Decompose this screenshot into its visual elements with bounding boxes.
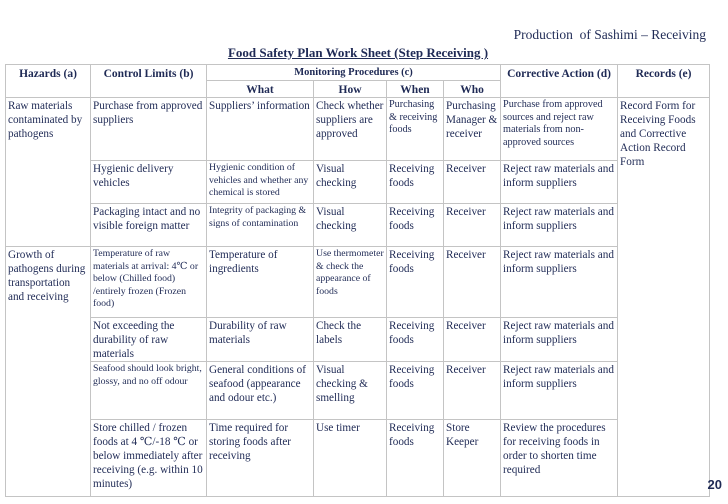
page-number: 20: [707, 477, 722, 492]
control-limit-cell: Seafood should look bright, glossy, and …: [90, 361, 207, 420]
table-row: Store chilled / frozen foods at 4 ℃/-18 …: [6, 419, 710, 497]
worksheet-title: Food Safety Plan Work Sheet (Step Receiv…: [227, 45, 489, 60]
control-limit-cell: Store chilled / frozen foods at 4 ℃/-18 …: [90, 419, 207, 497]
hazard-cell: Raw materials contaminated by pathogens: [5, 97, 91, 247]
header-control-limits: Control Limits (b): [90, 64, 207, 98]
who-cell: Purchasing Manager & receiver: [442, 97, 502, 161]
what-cell: General conditions of seafood (appearanc…: [206, 361, 314, 420]
table-row: Seafood should look bright, glossy, and …: [6, 361, 710, 420]
corrective-action-cell: Purchase from approved sources and rejec…: [500, 97, 619, 161]
table-row: Packaging intact and no visible foreign …: [6, 203, 710, 247]
what-cell: Integrity of packaging & signs of contam…: [206, 203, 314, 247]
what-cell: Time required for storing foods after re…: [206, 419, 314, 497]
when-cell: Receiving foods: [386, 246, 444, 318]
who-cell: Receiver: [442, 160, 502, 204]
who-cell: Receiver: [442, 203, 502, 247]
corrective-action-cell: Reject raw materials and inform supplier…: [500, 317, 619, 362]
slide-title: Production of Sashimi – Receiving: [513, 27, 706, 42]
control-limit-cell: Packaging intact and no visible foreign …: [90, 203, 207, 247]
control-limit-cell: Not exceeding the durability of raw mate…: [90, 317, 207, 362]
who-cell: Receiver: [442, 317, 502, 362]
control-limit-cell: Hygienic delivery vehicles: [90, 160, 207, 204]
header-when: When: [386, 80, 444, 98]
control-limit-cell: Temperature of raw materials at arrival:…: [90, 246, 207, 318]
what-cell: Hygienic condition of vehicles and wheth…: [206, 160, 314, 204]
corrective-action-cell: Reject raw materials and inform supplier…: [500, 361, 619, 420]
what-cell: Suppliers’ information: [206, 97, 314, 161]
header-monitoring-procedures: Monitoring Procedures (c): [205, 64, 502, 81]
when-cell: Purchasing & receiving foods: [386, 97, 444, 161]
table-row: Hygienic delivery vehicles Hygienic cond…: [6, 160, 710, 204]
what-cell: Temperature of ingredients: [206, 246, 314, 318]
when-cell: Receiving foods: [386, 317, 444, 362]
corrective-action-cell: Reject raw materials and inform supplier…: [500, 160, 619, 204]
control-limit-cell: Purchase from approved suppliers: [90, 97, 207, 161]
header-who: Who: [442, 80, 502, 98]
corrective-action-cell: Review the procedures for receiving food…: [500, 419, 619, 497]
what-cell: Durability of raw materials: [206, 317, 314, 362]
how-cell: Visual checking: [313, 160, 387, 204]
when-cell: Receiving foods: [386, 160, 444, 204]
how-cell: Visual checking: [313, 203, 387, 247]
header-how: How: [313, 80, 387, 98]
table-row: Raw materials contaminated by pathogens …: [5, 97, 711, 497]
header-corrective-action: Corrective Action (d): [500, 64, 619, 98]
how-cell: Check the labels: [313, 317, 387, 362]
corrective-action-cell: Reject raw materials and inform supplier…: [500, 246, 619, 318]
when-cell: Receiving foods: [386, 203, 444, 247]
hazard-cell: Growth of pathogens during transportatio…: [5, 246, 91, 497]
who-cell: Receiver: [442, 246, 502, 318]
how-cell: Visual checking & smelling: [313, 361, 387, 420]
table-row: Not exceeding the durability of raw mate…: [6, 317, 710, 362]
records-cell: Record Form for Receiving Foods and Corr…: [617, 97, 711, 497]
header-records: Records (e): [617, 64, 711, 98]
when-cell: Receiving foods: [386, 361, 444, 420]
food-safety-worksheet-table: Hazards (a) Control Limits (b) Monitorin…: [5, 64, 711, 497]
header-what: What: [206, 80, 314, 98]
how-cell: Check whether suppliers are approved: [313, 97, 387, 161]
corrective-action-cell: Reject raw materials and inform supplier…: [500, 203, 619, 247]
who-cell: Store Keeper: [442, 419, 502, 497]
who-cell: Receiver: [442, 361, 502, 420]
header-hazards: Hazards (a): [5, 64, 91, 98]
how-cell: Use thermometer & check the appearance o…: [313, 246, 387, 318]
how-cell: Use timer: [313, 419, 387, 497]
when-cell: Receiving foods: [386, 419, 444, 497]
table-row: Growth of pathogens during transportatio…: [5, 246, 710, 497]
